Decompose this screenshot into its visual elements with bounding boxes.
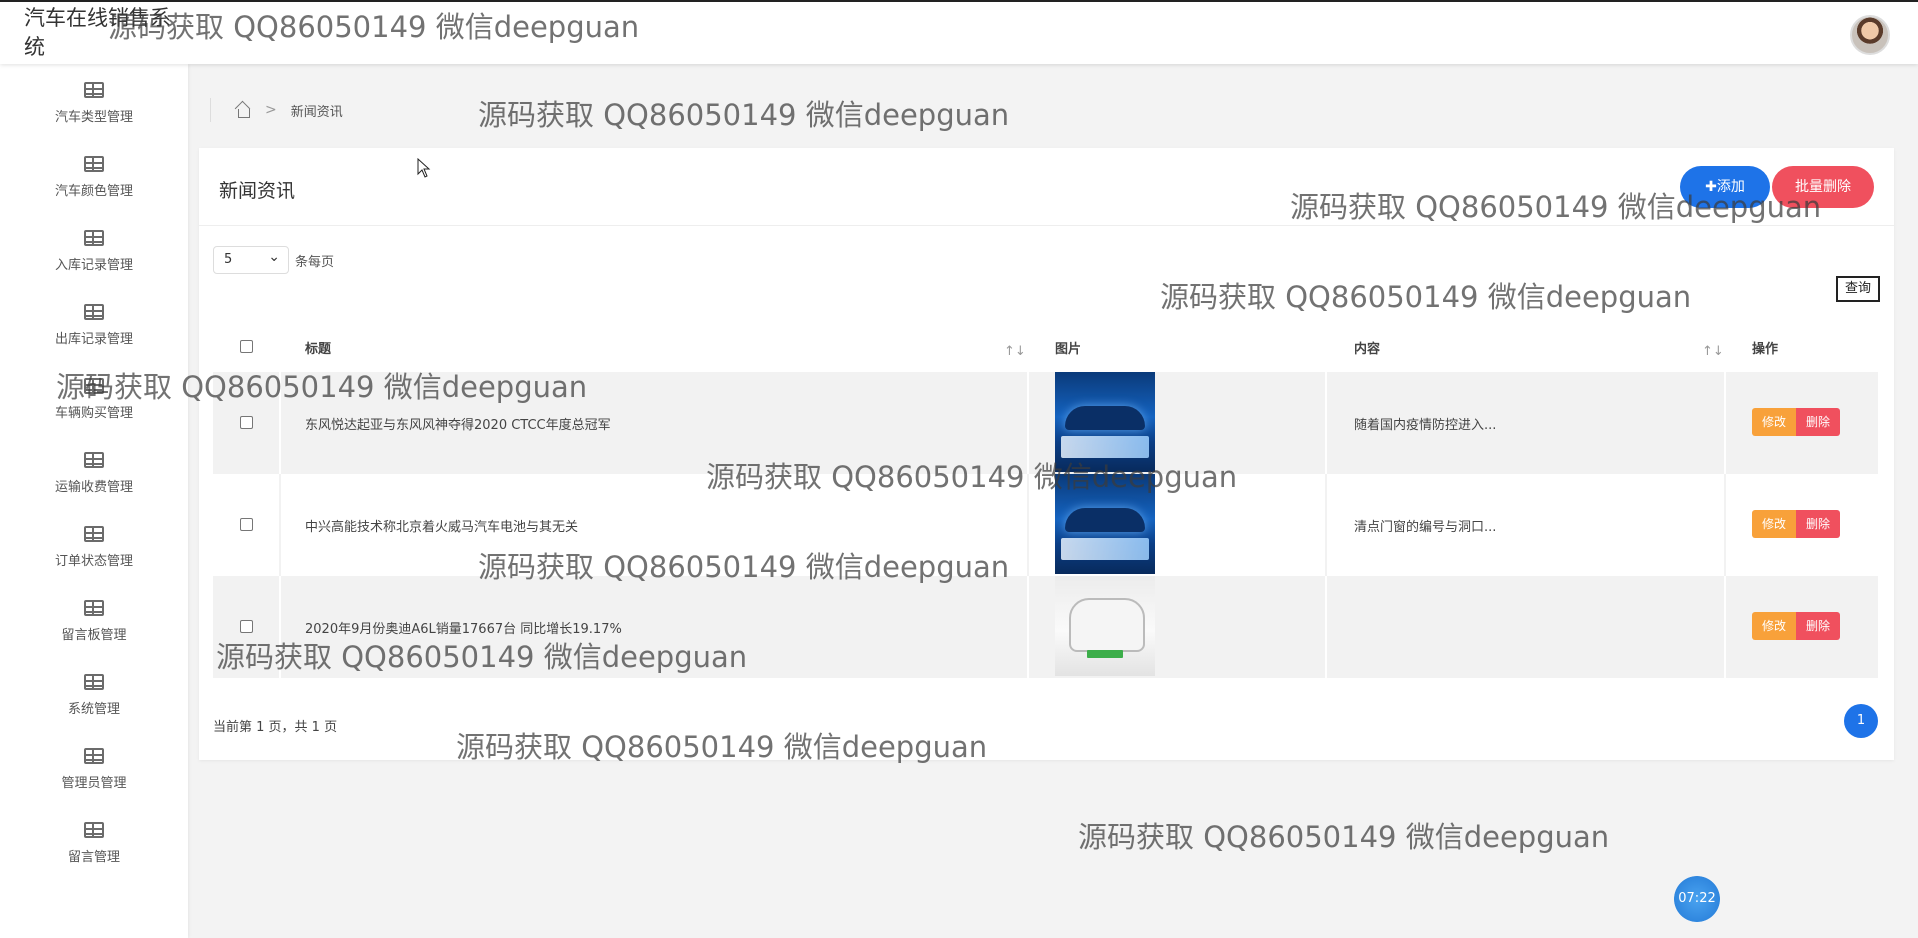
sidebar-item-transport-fee[interactable]: 运输收费管理 [0, 452, 188, 526]
sort-title-icon[interactable]: ↑↓ [1004, 344, 1026, 359]
sidebar-item-stock-in[interactable]: 入库记录管理 [0, 230, 188, 304]
table-icon [84, 156, 104, 172]
mouse-cursor-icon [417, 158, 431, 178]
edit-button[interactable]: 修改 [1752, 510, 1796, 538]
edit-button[interactable]: 修改 [1752, 408, 1796, 436]
header-image: 图片 [1055, 342, 1082, 357]
delete-button[interactable]: 删除 [1796, 510, 1840, 538]
table-icon [84, 822, 104, 838]
cell-divider [1027, 576, 1029, 678]
cell-divider [279, 576, 281, 678]
sidebar-item-system[interactable]: 系统管理 [0, 674, 188, 748]
sidebar-item-label: 留言管理 [67, 850, 120, 865]
delete-button[interactable]: 删除 [1796, 408, 1840, 436]
sidebar-item-car-color[interactable]: 汽车颜色管理 [0, 156, 188, 230]
blue-poster-image [1055, 474, 1155, 574]
table-icon [84, 674, 104, 690]
edit-button[interactable]: 修改 [1752, 612, 1796, 640]
row-checkbox[interactable] [240, 416, 253, 429]
top-bar: 汽车在线销售系统 [0, 0, 1918, 64]
watermark-text: 源码获取 QQ86050149 微信deepguan [478, 98, 1010, 132]
breadcrumb-current: 新闻资讯 [290, 104, 343, 120]
sidebar-item-label: 汽车颜色管理 [54, 184, 133, 199]
page-title: 新闻资讯 [219, 180, 296, 202]
header-actions: 操作 [1752, 342, 1779, 357]
table-header: 标题 ↑↓ 图片 内容 ↑↓ 操作 [213, 318, 1878, 372]
sidebar-item-purchase[interactable]: 车辆购买管理 [0, 378, 188, 452]
news-card: 新闻资讯 ✚添加 批量删除 5 条每页 查询 标题 ↑↓ 图片 内容 ↑↓ 操作… [199, 148, 1894, 760]
sidebar-item-label: 管理员管理 [61, 776, 127, 791]
watermark-text: 源码获取 QQ86050149 微信deepguan [1078, 820, 1610, 854]
sidebar-item-label: 系统管理 [67, 702, 120, 717]
table-icon [84, 230, 104, 246]
sidebar-item-label: 留言板管理 [61, 628, 127, 643]
cell-divider [279, 372, 281, 474]
sidebar-item-label: 出库记录管理 [54, 332, 133, 347]
blue-poster-image [1055, 372, 1155, 472]
cell-divider [1325, 576, 1327, 678]
table-icon [84, 600, 104, 616]
cell-divider [1325, 372, 1327, 474]
card-header: 新闻资讯 ✚添加 批量删除 [199, 148, 1894, 226]
white-car-image [1055, 576, 1155, 676]
table-icon [84, 304, 104, 320]
sidebar-item-stock-out[interactable]: 出库记录管理 [0, 304, 188, 378]
app-title: 汽车在线销售系统 [24, 6, 171, 59]
header-title: 标题 [305, 342, 332, 357]
cell-divider [1027, 372, 1029, 474]
cell-divider [279, 474, 281, 576]
cell-divider [1027, 474, 1029, 576]
cell-divider [1325, 474, 1327, 576]
cell-divider [1724, 576, 1726, 678]
sidebar: 汽车类型管理 汽车颜色管理 入库记录管理 出库记录管理 车辆购买管理 运输收费管… [0, 64, 188, 938]
sidebar-item-label: 车辆购买管理 [54, 406, 133, 421]
row-checkbox[interactable] [240, 518, 253, 531]
breadcrumb: > 新闻资讯 [210, 98, 343, 122]
sidebar-item-label: 入库记录管理 [54, 258, 133, 273]
sidebar-item-order-status[interactable]: 订单状态管理 [0, 526, 188, 600]
row-content: 清点门窗的编号与洞口... [1354, 520, 1497, 535]
breadcrumb-separator: > [265, 102, 277, 118]
sidebar-item-messages[interactable]: 留言管理 [0, 822, 188, 896]
add-button[interactable]: ✚添加 [1680, 166, 1770, 208]
table-row: 东风悦达起亚与东风风神夺得2020 CTCC年度总冠军 随着国内疫情防控进入..… [213, 372, 1878, 474]
table-icon [84, 82, 104, 98]
clock-widget[interactable]: 07:22 [1674, 876, 1720, 922]
row-title: 2020年9月份奥迪A6L销量17667台 同比增长19.17% [305, 622, 622, 637]
page-size-control: 5 条每页 [213, 244, 335, 274]
page-size-select[interactable]: 5 [213, 244, 289, 274]
page-size-value: 5 [224, 252, 233, 267]
table-row: 2020年9月份奥迪A6L销量17667台 同比增长19.17% 修改 删除 [213, 576, 1878, 678]
user-avatar[interactable] [1850, 15, 1890, 55]
select-all-checkbox[interactable] [240, 340, 253, 353]
cell-divider [1724, 474, 1726, 576]
delete-button[interactable]: 删除 [1796, 612, 1840, 640]
table-icon [84, 748, 104, 764]
sidebar-item-car-type[interactable]: 汽车类型管理 [0, 82, 188, 156]
table-icon [84, 526, 104, 542]
row-title: 中兴高能技术称北京着火威马汽车电池与其无关 [305, 520, 579, 535]
header-content: 内容 [1354, 342, 1381, 357]
sort-content-icon[interactable]: ↑↓ [1702, 344, 1724, 359]
sidebar-item-label: 订单状态管理 [54, 554, 133, 569]
page-size-suffix: 条每页 [295, 254, 335, 270]
row-content: 随着国内疫情防控进入... [1354, 418, 1497, 433]
row-checkbox[interactable] [240, 620, 253, 633]
home-icon[interactable] [235, 103, 251, 118]
sidebar-item-message-board[interactable]: 留言板管理 [0, 600, 188, 674]
sidebar-item-label: 运输收费管理 [54, 480, 133, 495]
batch-delete-button[interactable]: 批量删除 [1772, 166, 1874, 208]
sidebar-item-label: 汽车类型管理 [54, 110, 133, 125]
query-button[interactable]: 查询 [1836, 276, 1880, 302]
table-icon [84, 452, 104, 468]
news-table: 标题 ↑↓ 图片 内容 ↑↓ 操作 东风悦达起亚与东风风神夺得2020 CTCC… [213, 318, 1878, 678]
page-1-button[interactable]: 1 [1844, 704, 1878, 738]
cell-divider [1724, 372, 1726, 474]
sidebar-item-admin[interactable]: 管理员管理 [0, 748, 188, 822]
table-icon [84, 378, 104, 394]
table-row: 中兴高能技术称北京着火威马汽车电池与其无关 清点门窗的编号与洞口... 修改 删… [213, 474, 1878, 576]
pager-info: 当前第 1 页，共 1 页 [213, 720, 338, 735]
row-title: 东风悦达起亚与东风风神夺得2020 CTCC年度总冠军 [305, 418, 611, 433]
